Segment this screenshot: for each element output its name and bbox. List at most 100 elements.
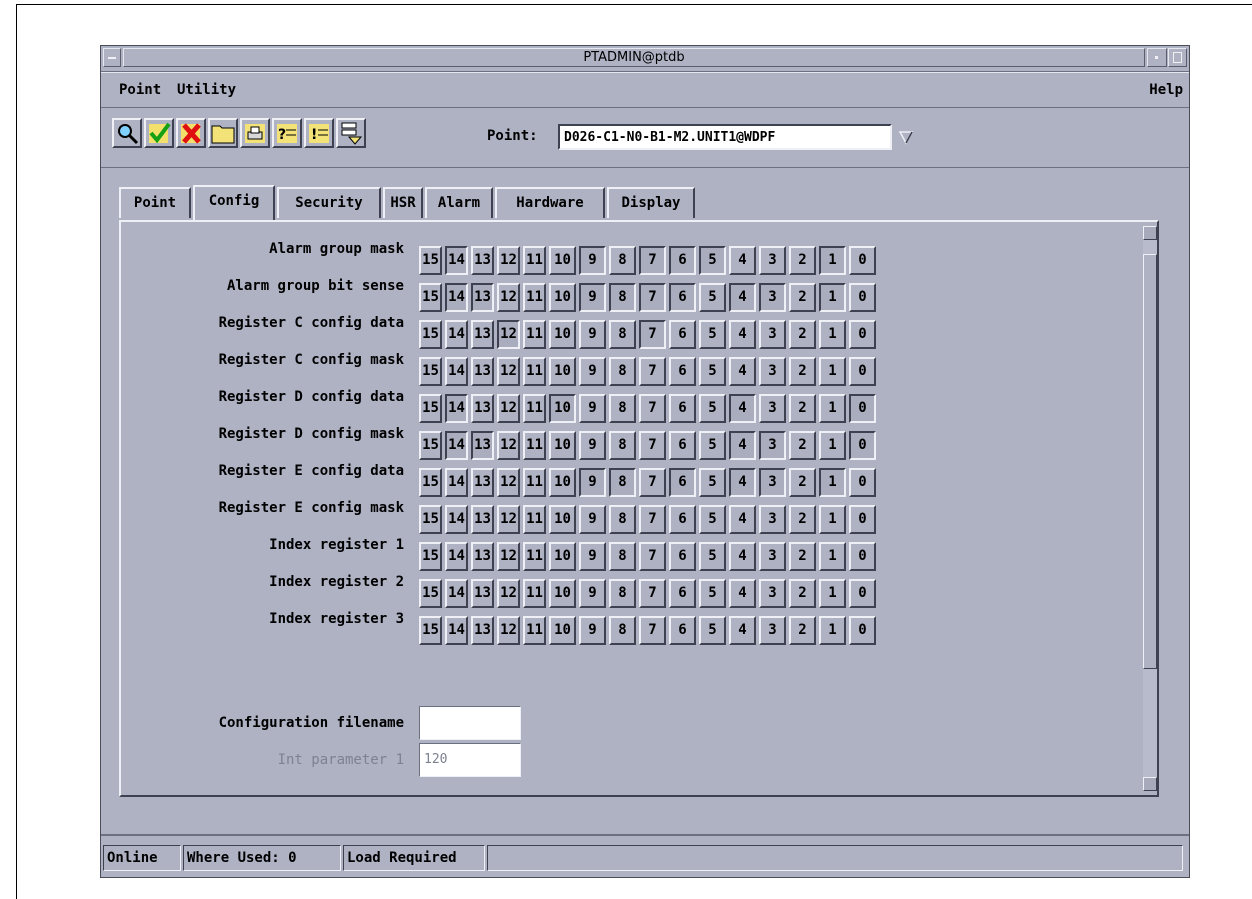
bit-toggle-7[interactable]: 7 bbox=[639, 616, 666, 645]
bit-toggle-2[interactable]: 2 bbox=[789, 283, 816, 312]
bit-toggle-4[interactable]: 4 bbox=[729, 283, 756, 312]
bit-toggle-5[interactable]: 5 bbox=[699, 542, 726, 571]
vertical-scrollbar[interactable] bbox=[1143, 226, 1157, 791]
help-list-button[interactable]: ? bbox=[272, 118, 302, 148]
bit-toggle-3[interactable]: 3 bbox=[759, 357, 786, 386]
bit-toggle-2[interactable]: 2 bbox=[789, 616, 816, 645]
dropdown-arrow-icon[interactable] bbox=[898, 129, 914, 145]
bit-toggle-5[interactable]: 5 bbox=[699, 468, 726, 497]
bit-toggle-13[interactable]: 13 bbox=[471, 283, 494, 312]
bit-toggle-14[interactable]: 14 bbox=[445, 505, 468, 534]
bit-toggle-13[interactable]: 13 bbox=[471, 394, 494, 423]
bit-toggle-1[interactable]: 1 bbox=[819, 320, 846, 349]
bit-toggle-3[interactable]: 3 bbox=[759, 542, 786, 571]
bit-toggle-0[interactable]: 0 bbox=[849, 468, 876, 497]
bit-toggle-14[interactable]: 14 bbox=[445, 357, 468, 386]
bit-toggle-14[interactable]: 14 bbox=[445, 468, 468, 497]
bit-toggle-4[interactable]: 4 bbox=[729, 357, 756, 386]
bit-toggle-0[interactable]: 0 bbox=[849, 505, 876, 534]
search-button[interactable] bbox=[112, 118, 142, 148]
bit-toggle-13[interactable]: 13 bbox=[471, 431, 494, 460]
bit-toggle-14[interactable]: 14 bbox=[445, 579, 468, 608]
bit-toggle-10[interactable]: 10 bbox=[549, 616, 576, 645]
bit-toggle-3[interactable]: 3 bbox=[759, 320, 786, 349]
bit-toggle-3[interactable]: 3 bbox=[759, 246, 786, 275]
bit-toggle-15[interactable]: 15 bbox=[419, 579, 442, 608]
bit-toggle-8[interactable]: 8 bbox=[609, 542, 636, 571]
bit-toggle-1[interactable]: 1 bbox=[819, 357, 846, 386]
bit-toggle-4[interactable]: 4 bbox=[729, 394, 756, 423]
bit-toggle-11[interactable]: 11 bbox=[523, 579, 546, 608]
delete-button[interactable] bbox=[176, 118, 206, 148]
bit-toggle-10[interactable]: 10 bbox=[549, 283, 576, 312]
menu-point[interactable]: Point bbox=[119, 82, 161, 98]
bit-toggle-15[interactable]: 15 bbox=[419, 283, 442, 312]
bit-toggle-14[interactable]: 14 bbox=[445, 320, 468, 349]
bit-toggle-10[interactable]: 10 bbox=[549, 357, 576, 386]
bit-toggle-12[interactable]: 12 bbox=[497, 468, 520, 497]
bit-toggle-10[interactable]: 10 bbox=[549, 468, 576, 497]
bit-toggle-4[interactable]: 4 bbox=[729, 431, 756, 460]
bit-toggle-4[interactable]: 4 bbox=[729, 505, 756, 534]
bit-toggle-6[interactable]: 6 bbox=[669, 246, 696, 275]
bit-toggle-11[interactable]: 11 bbox=[523, 431, 546, 460]
bit-toggle-5[interactable]: 5 bbox=[699, 246, 726, 275]
scroll-up-button[interactable] bbox=[1143, 226, 1157, 240]
bit-toggle-8[interactable]: 8 bbox=[609, 616, 636, 645]
bit-toggle-12[interactable]: 12 bbox=[497, 505, 520, 534]
tab-hardware[interactable]: Hardware bbox=[495, 187, 605, 218]
tab-security[interactable]: Security bbox=[277, 187, 381, 218]
bit-toggle-2[interactable]: 2 bbox=[789, 394, 816, 423]
bit-toggle-12[interactable]: 12 bbox=[497, 283, 520, 312]
apply-button[interactable] bbox=[144, 118, 174, 148]
bit-toggle-3[interactable]: 3 bbox=[759, 431, 786, 460]
bit-toggle-1[interactable]: 1 bbox=[819, 468, 846, 497]
bit-toggle-8[interactable]: 8 bbox=[609, 357, 636, 386]
bit-toggle-2[interactable]: 2 bbox=[789, 246, 816, 275]
point-combo[interactable]: D026-C1-N0-B1-M2.UNIT1@WDPF bbox=[558, 124, 914, 150]
bit-toggle-14[interactable]: 14 bbox=[445, 283, 468, 312]
bit-toggle-11[interactable]: 11 bbox=[523, 616, 546, 645]
bit-toggle-9[interactable]: 9 bbox=[579, 394, 606, 423]
bit-toggle-15[interactable]: 15 bbox=[419, 542, 442, 571]
bit-toggle-5[interactable]: 5 bbox=[699, 283, 726, 312]
bit-toggle-8[interactable]: 8 bbox=[609, 394, 636, 423]
bit-toggle-8[interactable]: 8 bbox=[609, 505, 636, 534]
config-filename-field[interactable] bbox=[419, 706, 521, 740]
bit-toggle-7[interactable]: 7 bbox=[639, 579, 666, 608]
bit-toggle-3[interactable]: 3 bbox=[759, 468, 786, 497]
bit-toggle-15[interactable]: 15 bbox=[419, 431, 442, 460]
bit-toggle-8[interactable]: 8 bbox=[609, 468, 636, 497]
bit-toggle-5[interactable]: 5 bbox=[699, 505, 726, 534]
bit-toggle-2[interactable]: 2 bbox=[789, 468, 816, 497]
bit-toggle-12[interactable]: 12 bbox=[497, 431, 520, 460]
tab-alarm[interactable]: Alarm bbox=[425, 187, 493, 218]
bit-toggle-11[interactable]: 11 bbox=[523, 283, 546, 312]
bit-toggle-11[interactable]: 11 bbox=[523, 357, 546, 386]
bit-toggle-12[interactable]: 12 bbox=[497, 357, 520, 386]
bit-toggle-11[interactable]: 11 bbox=[523, 320, 546, 349]
bit-toggle-4[interactable]: 4 bbox=[729, 246, 756, 275]
bit-toggle-13[interactable]: 13 bbox=[471, 505, 494, 534]
bit-toggle-6[interactable]: 6 bbox=[669, 431, 696, 460]
bit-toggle-0[interactable]: 0 bbox=[849, 394, 876, 423]
bit-toggle-12[interactable]: 12 bbox=[497, 579, 520, 608]
bit-toggle-13[interactable]: 13 bbox=[471, 468, 494, 497]
bit-toggle-2[interactable]: 2 bbox=[789, 505, 816, 534]
scroll-down-button[interactable] bbox=[1143, 777, 1157, 791]
bit-toggle-15[interactable]: 15 bbox=[419, 505, 442, 534]
minimize-button[interactable] bbox=[1147, 48, 1167, 67]
bit-toggle-8[interactable]: 8 bbox=[609, 283, 636, 312]
bit-toggle-15[interactable]: 15 bbox=[419, 246, 442, 275]
bit-toggle-11[interactable]: 11 bbox=[523, 246, 546, 275]
point-input[interactable]: D026-C1-N0-B1-M2.UNIT1@WDPF bbox=[558, 124, 892, 150]
bit-toggle-3[interactable]: 3 bbox=[759, 283, 786, 312]
bit-toggle-11[interactable]: 11 bbox=[523, 505, 546, 534]
scroll-track[interactable] bbox=[1143, 240, 1157, 777]
bit-toggle-14[interactable]: 14 bbox=[445, 246, 468, 275]
bit-toggle-13[interactable]: 13 bbox=[471, 357, 494, 386]
bit-toggle-4[interactable]: 4 bbox=[729, 468, 756, 497]
bit-toggle-3[interactable]: 3 bbox=[759, 616, 786, 645]
bit-toggle-13[interactable]: 13 bbox=[471, 320, 494, 349]
bit-toggle-4[interactable]: 4 bbox=[729, 320, 756, 349]
